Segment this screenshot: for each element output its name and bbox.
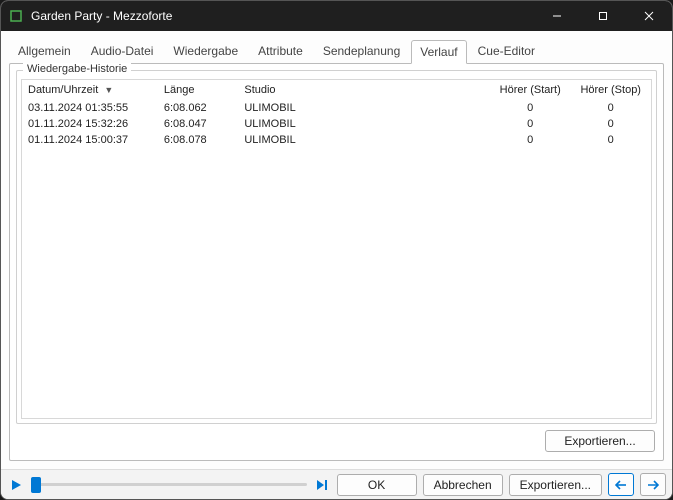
cell-hstart: 0 [490,100,571,116]
table-header-row: Datum/Uhrzeit ▼ Länge Studio Hörer (Star… [22,80,651,100]
cell-hstart: 0 [490,132,571,148]
history-table-wrap: Datum/Uhrzeit ▼ Länge Studio Hörer (Star… [21,79,652,419]
skip-end-button[interactable] [313,476,331,494]
footer-export-button[interactable]: Exportieren... [509,474,602,496]
cell-hstop: 0 [570,100,651,116]
cell-datum: 03.11.2024 01:35:55 [22,100,158,116]
position-slider[interactable] [31,476,307,494]
col-header-datum-label: Datum/Uhrzeit [28,84,98,96]
cell-hstop: 0 [570,116,651,132]
sort-indicator-icon: ▼ [104,85,113,95]
cell-studio: ULIMOBIL [238,100,490,116]
minimize-button[interactable] [534,1,580,31]
col-header-hstart[interactable]: Hörer (Start) [490,80,571,100]
table-row[interactable]: 01.11.2024 15:00:376:08.078ULIMOBIL00 [22,132,651,148]
table-row[interactable]: 01.11.2024 15:32:266:08.047ULIMOBIL00 [22,116,651,132]
footer-bar: OK Abbrechen Exportieren... [1,469,672,499]
cell-studio: ULIMOBIL [238,116,490,132]
table-body: 03.11.2024 01:35:556:08.062ULIMOBIL0001.… [22,100,651,148]
cell-laenge: 6:08.078 [158,132,239,148]
window: Garden Party - Mezzoforte AllgemeinAudio… [0,0,673,500]
tab-sendeplanung[interactable]: Sendeplanung [314,39,409,63]
tab-body: Wiedergabe-Historie Datum/Uhrzeit ▼ Läng… [9,63,664,461]
maximize-button[interactable] [580,1,626,31]
tab-wiedergabe[interactable]: Wiedergabe [164,39,247,63]
cell-studio: ULIMOBIL [238,132,490,148]
cell-hstart: 0 [490,116,571,132]
cell-laenge: 6:08.062 [158,100,239,116]
tab-bar: AllgemeinAudio-DateiWiedergabeAttributeS… [5,35,668,63]
tab-attribute[interactable]: Attribute [249,39,312,63]
close-button[interactable] [626,1,672,31]
groupbox-title: Wiedergabe-Historie [23,63,131,75]
tab-audio-datei[interactable]: Audio-Datei [82,39,163,63]
tab-allgemein[interactable]: Allgemein [9,39,80,63]
cell-datum: 01.11.2024 15:32:26 [22,116,158,132]
table-row[interactable]: 03.11.2024 01:35:556:08.062ULIMOBIL00 [22,100,651,116]
col-header-laenge[interactable]: Länge [158,80,239,100]
tab-cue-editor[interactable]: Cue-Editor [469,39,544,63]
cell-datum: 01.11.2024 15:00:37 [22,132,158,148]
col-header-datum[interactable]: Datum/Uhrzeit ▼ [22,80,158,100]
titlebar: Garden Party - Mezzoforte [1,1,672,31]
content-area: AllgemeinAudio-DateiWiedergabeAttributeS… [1,31,672,469]
ok-button[interactable]: OK [337,474,417,496]
cancel-button[interactable]: Abbrechen [423,474,503,496]
next-arrow-button[interactable] [640,473,666,496]
history-table: Datum/Uhrzeit ▼ Länge Studio Hörer (Star… [22,80,651,148]
window-title: Garden Party - Mezzoforte [31,9,534,23]
col-header-studio[interactable]: Studio [238,80,490,100]
col-header-hstop[interactable]: Hörer (Stop) [570,80,651,100]
slider-thumb[interactable] [31,477,41,493]
cell-hstop: 0 [570,132,651,148]
cell-laenge: 6:08.047 [158,116,239,132]
prev-arrow-button[interactable] [608,473,634,496]
app-icon [9,9,23,23]
play-button[interactable] [7,476,25,494]
tab-verlauf[interactable]: Verlauf [411,40,466,64]
window-controls [534,1,672,31]
export-button[interactable]: Exportieren... [545,430,655,452]
export-row: Exportieren... [16,424,657,454]
slider-track [31,483,307,486]
history-groupbox: Wiedergabe-Historie Datum/Uhrzeit ▼ Läng… [16,70,657,424]
